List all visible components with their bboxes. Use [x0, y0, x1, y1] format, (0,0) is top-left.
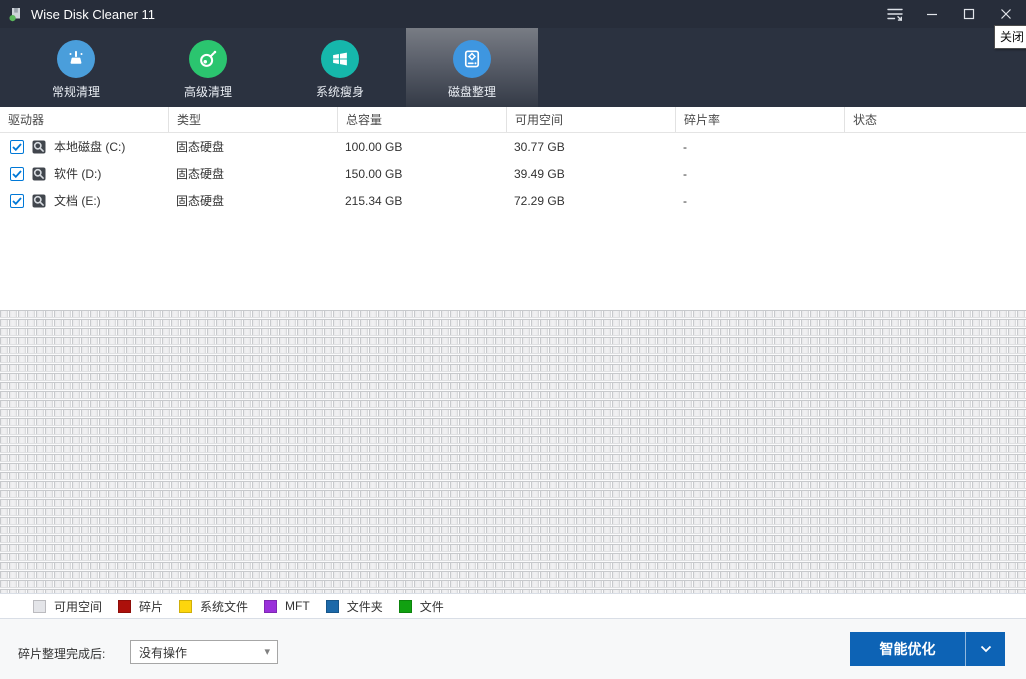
window-controls — [876, 0, 1024, 28]
check-icon — [12, 170, 22, 178]
smart-optimize-button[interactable]: 智能优化 — [850, 632, 966, 666]
after-defrag-select[interactable]: 没有操作 ▾ — [130, 640, 278, 664]
drive-fragmentation: - — [675, 140, 844, 154]
column-header-total[interactable]: 总容量 — [337, 107, 506, 132]
drive-type: 固态硬盘 — [168, 138, 337, 155]
titlebar-left: Wise Disk Cleaner 11 — [0, 6, 155, 22]
table-header: 驱动器 类型 总容量 可用空间 碎片率 状态 — [0, 107, 1026, 133]
disk-block-map — [0, 310, 1026, 593]
legend-label: 可用空间 — [54, 598, 102, 615]
drive-table: 驱动器 类型 总容量 可用空间 碎片率 状态 本地磁盘 (C:) 固态硬盘 10… — [0, 107, 1026, 214]
drive-type: 固态硬盘 — [168, 165, 337, 182]
broom-icon — [57, 40, 95, 78]
after-defrag-label: 碎片整理完成后: — [18, 645, 105, 662]
block-legend: 可用空间 碎片 系统文件 MFT 文件夹 文件 — [0, 593, 1026, 619]
files-swatch — [399, 600, 412, 613]
table-row[interactable]: 本地磁盘 (C:) 固态硬盘 100.00 GB 30.77 GB - — [0, 133, 1026, 160]
close-icon — [1000, 8, 1012, 20]
tab-advanced-clean[interactable]: 高级清理 — [142, 28, 274, 107]
tab-disk-defrag[interactable]: 磁盘整理 — [406, 28, 538, 107]
deep-clean-icon — [189, 40, 227, 78]
tab-label: 常规清理 — [52, 83, 100, 100]
drive-checkbox[interactable] — [10, 167, 24, 181]
select-caret-icon: ▾ — [264, 645, 270, 658]
drive-free: 39.49 GB — [506, 167, 675, 181]
optimize-dropdown-button[interactable] — [966, 632, 1005, 666]
legend-item-files: 文件 — [399, 598, 444, 615]
minimize-icon — [926, 8, 938, 20]
close-tooltip: 关闭 — [994, 25, 1026, 49]
drive-name: 文档 (E:) — [54, 192, 101, 209]
windows-logo-icon — [321, 40, 359, 78]
legend-label: 文件 — [420, 598, 444, 615]
footer-bar: 碎片整理完成后: 没有操作 ▾ 智能优化 — [0, 619, 1026, 679]
legend-item-fragments: 碎片 — [118, 598, 163, 615]
column-header-drive[interactable]: 驱动器 — [0, 107, 168, 132]
drive-checkbox[interactable] — [10, 194, 24, 208]
tab-system-slim[interactable]: 系统瘦身 — [274, 28, 406, 107]
column-header-status[interactable]: 状态 — [844, 107, 1026, 132]
hard-drive-icon — [31, 139, 47, 155]
legend-item-system-files: 系统文件 — [179, 598, 248, 615]
system-files-swatch — [179, 600, 192, 613]
maximize-icon — [963, 8, 975, 20]
tab-label: 磁盘整理 — [448, 83, 496, 100]
titlebar: Wise Disk Cleaner 11 — [0, 0, 1026, 28]
fragments-swatch — [118, 600, 131, 613]
tab-common-clean[interactable]: 常规清理 — [10, 28, 142, 107]
drive-free: 30.77 GB — [506, 140, 675, 154]
check-icon — [12, 143, 22, 151]
legend-item-free-space: 可用空间 — [33, 598, 102, 615]
drive-total: 100.00 GB — [337, 140, 506, 154]
column-header-type[interactable]: 类型 — [168, 107, 337, 132]
legend-label: 文件夹 — [347, 598, 383, 615]
legend-item-folders: 文件夹 — [326, 598, 383, 615]
column-header-free[interactable]: 可用空间 — [506, 107, 675, 132]
main-nav: 常规清理 高级清理 系统瘦身 — [0, 28, 1026, 107]
free-space-swatch — [33, 600, 46, 613]
legend-label: MFT — [285, 599, 310, 613]
app-logo-icon — [8, 6, 24, 22]
close-button[interactable] — [987, 0, 1024, 28]
legend-item-mft: MFT — [264, 599, 310, 613]
drive-name: 软件 (D:) — [54, 165, 101, 182]
drive-fragmentation: - — [675, 167, 844, 181]
menu-button[interactable] — [876, 0, 913, 28]
table-row[interactable]: 文档 (E:) 固态硬盘 215.34 GB 72.29 GB - — [0, 187, 1026, 214]
drive-fragmentation: - — [675, 194, 844, 208]
tab-label: 高级清理 — [184, 83, 232, 100]
legend-label: 碎片 — [139, 598, 163, 615]
hard-drive-icon — [31, 193, 47, 209]
disk-defrag-icon — [453, 40, 491, 78]
tab-label: 系统瘦身 — [316, 83, 364, 100]
check-icon — [12, 197, 22, 205]
drive-type: 固态硬盘 — [168, 192, 337, 209]
drive-free: 72.29 GB — [506, 194, 675, 208]
drive-name: 本地磁盘 (C:) — [54, 138, 125, 155]
drive-total: 150.00 GB — [337, 167, 506, 181]
mft-swatch — [264, 600, 277, 613]
drive-total: 215.34 GB — [337, 194, 506, 208]
window-title: Wise Disk Cleaner 11 — [31, 7, 155, 22]
minimize-button[interactable] — [913, 0, 950, 28]
smart-optimize-split-button: 智能优化 — [850, 632, 1005, 666]
table-row[interactable]: 软件 (D:) 固态硬盘 150.00 GB 39.49 GB - — [0, 160, 1026, 187]
maximize-button[interactable] — [950, 0, 987, 28]
legend-label: 系统文件 — [200, 598, 248, 615]
after-defrag-selected-value: 没有操作 — [139, 644, 187, 661]
main-menu-icon — [886, 6, 904, 22]
chevron-down-icon — [980, 645, 992, 653]
column-header-fragmentation[interactable]: 碎片率 — [675, 107, 844, 132]
hard-drive-icon — [31, 166, 47, 182]
folders-swatch — [326, 600, 339, 613]
drive-checkbox[interactable] — [10, 140, 24, 154]
